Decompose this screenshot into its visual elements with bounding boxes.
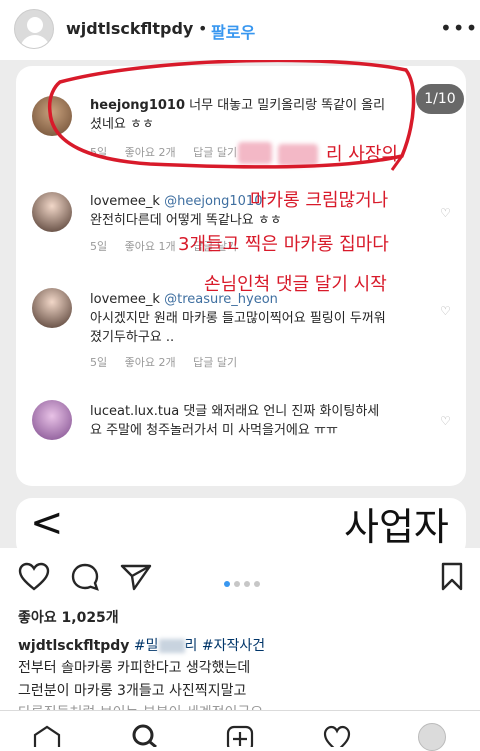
header-username[interactable]: wjdtlsckfltpdy	[66, 19, 193, 38]
home-icon[interactable]	[32, 725, 62, 747]
separator-dot: •	[198, 19, 208, 38]
hashtag-link[interactable]: #밀 리	[134, 638, 198, 654]
caption-first-line: wjdtlsckfltpdy #밀 리 #자작사건	[18, 636, 265, 656]
annotation-line-1: 리 사장의	[326, 144, 398, 165]
carousel-dot-active	[224, 581, 230, 587]
post-image[interactable]: 1/10 heejong1010 너무 대놓고 밀키올리랑 똑같이 올리셨네요 …	[0, 60, 480, 548]
next-slide-title: 사업자	[344, 505, 449, 548]
share-send-icon[interactable]	[120, 562, 152, 592]
bottom-tab-bar	[0, 710, 480, 751]
carousel-indicator	[224, 572, 264, 591]
profile-tab-avatar[interactable]	[418, 723, 446, 751]
carousel-dot	[234, 581, 240, 587]
new-post-icon[interactable]	[225, 725, 255, 747]
carousel-dot	[254, 581, 260, 587]
annotation-line-3: 3개들고 찍은 마카롱 집마다	[178, 234, 389, 255]
caption-line: 전부터 솔마카롱 카피한다고 생각했는데	[18, 660, 251, 676]
comment-bubble-icon[interactable]	[70, 562, 100, 592]
hashtag-redaction-blur	[158, 639, 185, 653]
post-header: wjdtlsckfltpdy • 팔로우 •••	[0, 0, 480, 60]
search-icon[interactable]	[130, 723, 160, 747]
caption-username[interactable]: wjdtlsckfltpdy	[18, 638, 129, 654]
red-circle-annotation	[47, 60, 416, 171]
carousel-dot	[244, 581, 250, 587]
activity-heart-icon[interactable]	[322, 725, 352, 747]
caption-line: 그런분이 마카롱 3개들고 사진찍지말고	[18, 683, 247, 699]
bookmark-icon[interactable]	[440, 562, 464, 592]
annotation-line-2: 마카롱 크림많거나	[250, 190, 389, 211]
hashtag-link[interactable]: #자작사건	[202, 638, 265, 654]
annotation-line-4: 손님인척 댓글 달기 시작	[204, 274, 387, 295]
like-count[interactable]: 좋아요 1,025개	[18, 607, 119, 627]
follow-button[interactable]: 팔로우	[211, 19, 255, 43]
back-arrow-icon: <	[30, 500, 64, 546]
more-options-icon[interactable]: •••	[440, 16, 478, 40]
like-heart-icon[interactable]	[18, 562, 50, 592]
profile-avatar[interactable]	[14, 9, 54, 49]
